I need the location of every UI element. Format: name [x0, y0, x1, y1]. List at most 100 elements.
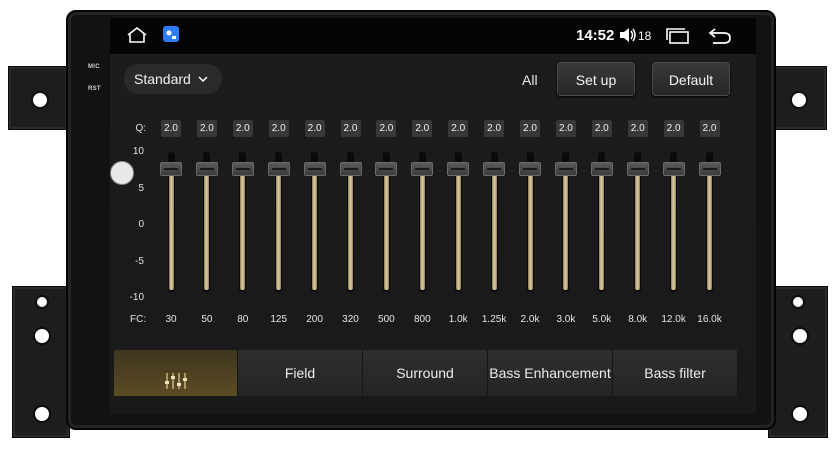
speaker-icon[interactable]	[619, 27, 637, 46]
frequency-label: 5.0k	[592, 314, 612, 325]
eq-slider-knob[interactable]	[554, 162, 577, 176]
eq-slider-knob[interactable]	[195, 162, 218, 176]
eq-slider-knob[interactable]	[267, 162, 290, 176]
default-button[interactable]: Default	[652, 62, 730, 96]
q-value[interactable]: 2.0	[376, 120, 397, 137]
frequency-label: 8.0k	[628, 314, 648, 325]
q-value[interactable]: 2.0	[161, 120, 181, 137]
q-value[interactable]: 2.0	[232, 120, 253, 137]
eq-slider-fill	[491, 174, 497, 290]
eq-slider-fill	[635, 174, 641, 290]
frequency-label: 16.0k	[697, 314, 722, 325]
eq-slider-fill	[240, 174, 246, 290]
mount-hole	[31, 91, 49, 109]
eq-slider-fill	[419, 174, 425, 290]
bracket-bottom-right	[768, 286, 828, 438]
gain-tick-label: 10	[132, 146, 144, 157]
eq-slider-knob[interactable]	[483, 162, 506, 176]
rst-label: RST	[88, 86, 101, 92]
eq-slider-fill	[348, 174, 353, 290]
mic-label: MIC	[88, 64, 100, 70]
eq-slider-fill	[527, 174, 533, 290]
q-value[interactable]: 2.0	[268, 120, 289, 137]
eq-slider-fill	[671, 174, 677, 290]
eq-slider-knob[interactable]	[447, 162, 470, 176]
app-icon[interactable]	[162, 25, 180, 48]
frequency-label: 125	[270, 314, 288, 325]
preset-value: Standard	[134, 71, 191, 87]
gain-tick-label: 0	[138, 219, 144, 230]
gain-tick-label: -5	[135, 255, 144, 267]
tab-label: Bass filter	[644, 365, 706, 381]
gain-tick-label: 5	[138, 182, 144, 194]
screen: 14:52 18 Standard All Set up Default Q: …	[110, 18, 756, 414]
q-value[interactable]: 2.0	[448, 120, 469, 137]
eq-tabs: Field Surround Bass Enhancement Bass filter	[114, 350, 738, 396]
mount-hole	[790, 91, 808, 109]
frequency-label: 2.0k	[520, 314, 540, 325]
q-value[interactable]: 2.0	[340, 120, 361, 137]
q-value[interactable]: 2.0	[627, 120, 648, 137]
frequency-label: 500	[378, 314, 395, 325]
eq-slider-knob[interactable]	[626, 162, 649, 176]
side-handle[interactable]	[110, 161, 134, 185]
bracket-top-right	[771, 66, 827, 130]
status-bar: 14:52 18	[110, 18, 756, 54]
frequency-label: 3.0k	[556, 314, 576, 325]
eq-slider-knob[interactable]	[160, 162, 182, 176]
eq-slider-knob[interactable]	[519, 162, 541, 176]
q-value[interactable]: 2.0	[699, 120, 720, 137]
eq-slider-fill	[168, 174, 174, 290]
q-value[interactable]: 2.0	[484, 120, 505, 137]
all-label[interactable]: All	[522, 72, 538, 88]
tab-field[interactable]: Field	[238, 350, 363, 396]
eq-slider-knob[interactable]	[339, 162, 362, 176]
equalizer-sliders-icon	[164, 363, 188, 409]
eq-slider-fill	[599, 174, 605, 290]
q-value[interactable]: 2.0	[555, 120, 576, 137]
back-icon[interactable]	[708, 27, 732, 50]
eq-slider-fill	[707, 174, 712, 290]
eq-slider-fill	[383, 174, 389, 290]
frequency-label: 80	[237, 314, 249, 325]
setup-button[interactable]: Set up	[557, 62, 635, 96]
frequency-label: 1.0k	[448, 314, 468, 325]
q-value[interactable]: 2.0	[520, 120, 540, 137]
q-value[interactable]: 2.0	[412, 120, 433, 137]
q-value[interactable]: 2.0	[304, 120, 325, 137]
frequency-label: 320	[342, 314, 359, 325]
tab-label: Surround	[396, 365, 454, 381]
eq-slider-knob[interactable]	[662, 162, 685, 176]
eq-slider-knob[interactable]	[590, 162, 613, 176]
home-icon[interactable]	[126, 26, 148, 49]
mount-hole	[33, 405, 51, 423]
chevron-down-icon	[198, 64, 208, 107]
frequency-label: 12.0k	[661, 314, 686, 325]
eq-slider-fill	[455, 174, 461, 290]
eq-slider-knob[interactable]	[231, 162, 254, 176]
eq-slider-fill	[204, 174, 210, 290]
q-label: Q:	[135, 123, 146, 134]
equalizer-panel: Standard All Set up Default Q: 10 5 0 -5 -10…	[110, 54, 756, 414]
frequency-label: 800	[413, 314, 431, 325]
q-value[interactable]: 2.0	[196, 120, 217, 137]
q-value[interactable]: 2.0	[591, 120, 612, 137]
tab-bass-filter[interactable]: Bass filter	[613, 350, 738, 396]
eq-slider-fill	[276, 174, 282, 290]
eq-slider-knob[interactable]	[698, 162, 721, 176]
recent-apps-icon[interactable]	[666, 28, 690, 49]
tab-label: Bass Enhancement	[489, 365, 611, 381]
eq-slider-knob[interactable]	[303, 162, 326, 176]
clock: 14:52	[576, 27, 615, 44]
mount-hole	[791, 327, 809, 345]
mount-hole	[791, 295, 805, 309]
mount-hole	[33, 327, 51, 345]
tab-equalizer[interactable]	[114, 350, 238, 396]
eq-slider-knob[interactable]	[411, 162, 434, 176]
eq-slider-knob[interactable]	[375, 162, 398, 176]
q-value[interactable]: 2.0	[663, 120, 684, 137]
frequency-label: 50	[201, 314, 213, 325]
tab-surround[interactable]: Surround	[363, 350, 488, 396]
tab-bass-enhancement[interactable]: Bass Enhancement	[488, 350, 613, 396]
preset-dropdown[interactable]: Standard	[124, 64, 222, 94]
